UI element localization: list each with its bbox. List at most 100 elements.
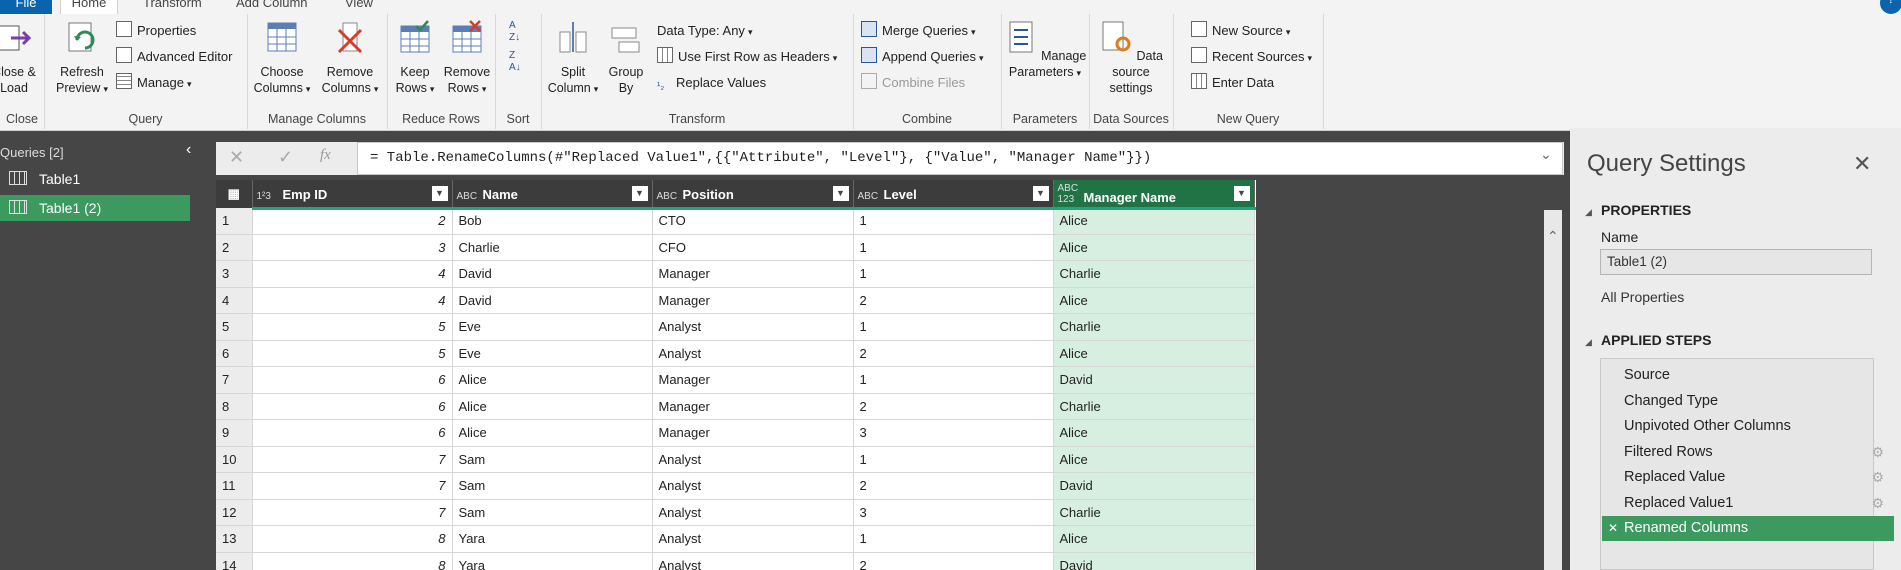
- table-cell[interactable]: 1: [853, 208, 1054, 235]
- table-cell[interactable]: 7: [252, 446, 453, 473]
- filter-dropdown-icon[interactable]: ▼: [631, 186, 648, 201]
- table-row[interactable]: 6 5 Eve Analyst 2 Alice: [216, 340, 1255, 367]
- table-row[interactable]: 5 5 Eve Analyst 1 Charlie: [216, 313, 1255, 341]
- table-cell[interactable]: 3: [853, 419, 1054, 447]
- step-settings-gear-icon[interactable]: ⚙: [1871, 491, 1884, 516]
- merge-queries-button[interactable]: Merge Queries ▾: [861, 21, 976, 41]
- applied-step[interactable]: Replaced Value1 ⚙: [1602, 491, 1894, 516]
- table-cell[interactable]: David: [1053, 552, 1255, 570]
- table-cell[interactable]: 1: [853, 366, 1054, 394]
- minimize-ribbon-icon[interactable]: ⌃: [1856, 0, 1869, 12]
- table-cell[interactable]: David: [1053, 472, 1255, 500]
- table-row[interactable]: 4 4 David Manager 2 Alice: [216, 287, 1255, 314]
- combine-files-button[interactable]: Combine Files: [861, 73, 965, 93]
- table-row[interactable]: 8 6 Alice Manager 2 Charlie: [216, 393, 1255, 420]
- table-cell[interactable]: 5: [252, 313, 453, 341]
- table-row[interactable]: 11 7 Sam Analyst 2 David: [216, 472, 1255, 500]
- close-settings-icon[interactable]: ✕: [1853, 151, 1871, 177]
- table-cell[interactable]: Eve: [452, 313, 653, 341]
- table-cell[interactable]: Yara: [452, 525, 653, 553]
- table-cell[interactable]: Analyst: [652, 525, 854, 553]
- tab-transform[interactable]: Transform: [143, 0, 202, 14]
- table-cell[interactable]: Alice: [1053, 419, 1255, 447]
- commit-formula-icon[interactable]: ✓: [278, 147, 293, 168]
- row-number[interactable]: 11: [216, 472, 253, 500]
- enter-data-button[interactable]: Enter Data: [1191, 73, 1274, 93]
- table-cell[interactable]: Manager: [652, 260, 854, 288]
- cancel-formula-icon[interactable]: ✕: [229, 147, 244, 168]
- table-cell[interactable]: 4: [252, 260, 453, 288]
- row-number[interactable]: 3: [216, 260, 253, 288]
- keep-rows-button[interactable]: Keep Rows ▾: [389, 20, 441, 97]
- table-cell[interactable]: 3: [252, 234, 453, 261]
- table-cell[interactable]: Charlie: [1053, 499, 1255, 526]
- properties-button[interactable]: Properties: [116, 21, 196, 41]
- remove-columns-button[interactable]: Remove Columns ▾: [317, 20, 383, 97]
- row-number[interactable]: 13: [216, 525, 253, 553]
- table-cell[interactable]: 2: [252, 208, 453, 235]
- row-number[interactable]: 6: [216, 340, 253, 367]
- replace-values-button[interactable]: ¹₂ Replace Values: [657, 73, 766, 93]
- table-cell[interactable]: 5: [252, 340, 453, 367]
- table-cell[interactable]: 7: [252, 499, 453, 526]
- row-number[interactable]: 7: [216, 366, 253, 394]
- table-cell[interactable]: Charlie: [1053, 313, 1255, 341]
- table-cell[interactable]: 2: [853, 340, 1054, 367]
- table-cell[interactable]: Charlie: [452, 234, 653, 261]
- delete-step-icon[interactable]: ✕: [1608, 516, 1618, 541]
- table-row[interactable]: 3 4 David Manager 1 Charlie: [216, 260, 1255, 288]
- step-settings-gear-icon[interactable]: ⚙: [1871, 440, 1884, 465]
- applied-step[interactable]: Unpivoted Other Columns: [1602, 414, 1894, 439]
- table-row[interactable]: 7 6 Alice Manager 1 David: [216, 366, 1255, 394]
- table-row[interactable]: 10 7 Sam Analyst 1 Alice: [216, 446, 1255, 473]
- table-cell[interactable]: 1: [853, 446, 1054, 473]
- table-cell[interactable]: 1: [853, 525, 1054, 553]
- table-cell[interactable]: 2: [853, 287, 1054, 314]
- choose-columns-button[interactable]: Choose Columns ▾: [249, 20, 315, 97]
- table-cell[interactable]: CFO: [652, 234, 854, 261]
- sort-ascending-icon[interactable]: A Z↓: [509, 20, 520, 43]
- scroll-up-icon[interactable]: ⌃: [1547, 228, 1562, 245]
- recent-sources-button[interactable]: Recent Sources ▾: [1191, 47, 1312, 67]
- column-header-manager-name[interactable]: ABC 123 Manager Name ▼: [1053, 180, 1255, 208]
- table-cell[interactable]: Alice: [1053, 208, 1255, 235]
- row-number[interactable]: 1: [216, 208, 253, 235]
- applied-step[interactable]: Source: [1602, 363, 1894, 388]
- applied-step[interactable]: Changed Type: [1602, 389, 1894, 414]
- row-number[interactable]: 9: [216, 419, 253, 447]
- table-cell[interactable]: Alice: [1053, 446, 1255, 473]
- manage-parameters-button[interactable]: Manage Parameters ▾: [1003, 20, 1087, 81]
- table-cell[interactable]: 7: [252, 472, 453, 500]
- filter-dropdown-icon[interactable]: ▼: [832, 186, 849, 201]
- row-number[interactable]: 14: [216, 552, 253, 570]
- split-column-button[interactable]: Split Column ▾: [545, 20, 601, 97]
- query-name-input[interactable]: Table1 (2): [1600, 249, 1872, 275]
- table-menu-icon[interactable]: ▦: [216, 180, 253, 208]
- table-row[interactable]: 2 3 Charlie CFO 1 Alice: [216, 234, 1255, 261]
- collapse-queries-icon[interactable]: ‹: [186, 141, 191, 159]
- tab-view[interactable]: View: [345, 0, 373, 14]
- row-number[interactable]: 8: [216, 393, 253, 420]
- table-cell[interactable]: Yara: [452, 552, 653, 570]
- table-cell[interactable]: Alice: [452, 419, 653, 447]
- row-number[interactable]: 12: [216, 499, 253, 526]
- group-by-button[interactable]: Group By: [601, 20, 651, 96]
- all-properties-link[interactable]: All Properties: [1601, 289, 1684, 305]
- table-row[interactable]: 13 8 Yara Analyst 1 Alice: [216, 525, 1255, 553]
- query-item-table1[interactable]: Table1: [0, 166, 190, 192]
- table-cell[interactable]: Manager: [652, 393, 854, 420]
- table-cell[interactable]: 6: [252, 366, 453, 394]
- column-header-position[interactable]: ABC Position ▼: [652, 180, 854, 208]
- table-row[interactable]: 1 2 Bob CTO 1 Alice: [216, 208, 1255, 235]
- table-cell[interactable]: Alice: [1053, 234, 1255, 261]
- table-cell[interactable]: Eve: [452, 340, 653, 367]
- tab-home[interactable]: Home: [60, 0, 118, 14]
- append-queries-button[interactable]: Append Queries ▾: [861, 47, 983, 67]
- table-cell[interactable]: Analyst: [652, 340, 854, 367]
- new-source-button[interactable]: New Source ▾: [1191, 21, 1290, 41]
- table-cell[interactable]: Charlie: [1053, 260, 1255, 288]
- table-cell[interactable]: Alice: [1053, 525, 1255, 553]
- column-header-level[interactable]: ABC Level ▼: [853, 180, 1054, 208]
- refresh-preview-button[interactable]: Refresh Preview ▾: [54, 20, 110, 97]
- help-icon[interactable]: ?: [1880, 0, 1901, 14]
